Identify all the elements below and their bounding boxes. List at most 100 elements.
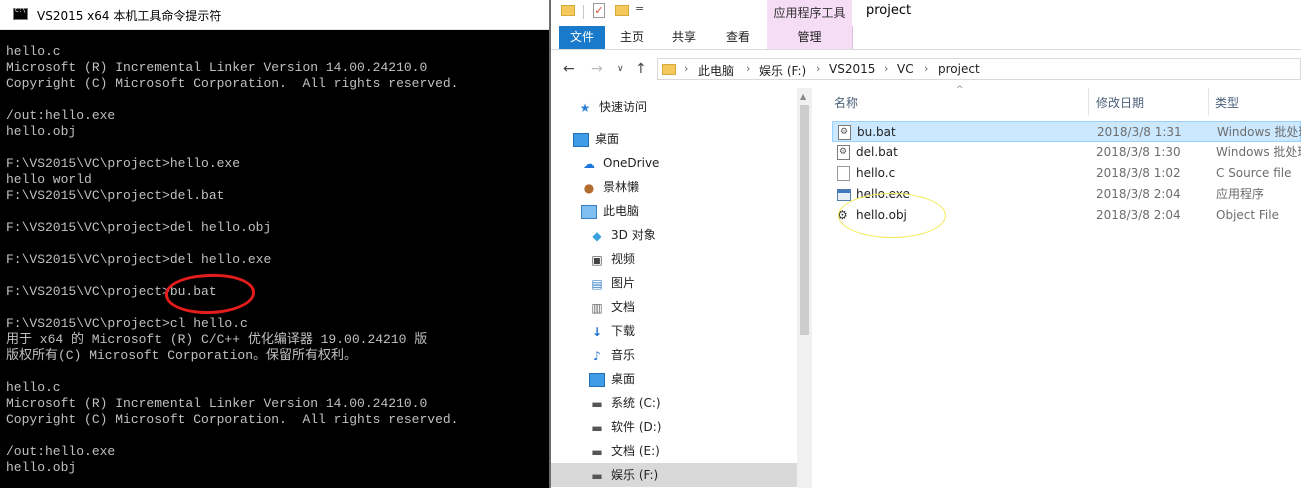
- nav-item-label: 图片: [611, 276, 636, 290]
- nav-item-drive-e[interactable]: ▬ 文档 (E:): [589, 439, 660, 463]
- chevron-right-icon[interactable]: ›: [924, 62, 928, 75]
- desktop-icon: [573, 132, 589, 147]
- nav-pane-scrollbar[interactable]: ▲: [797, 88, 812, 488]
- explorer-window[interactable]: ✓ = 应用程序工具 project 文件 主页 共享 查看 管理 ← → ∨ …: [551, 0, 1301, 488]
- tab-view[interactable]: 查看: [719, 26, 757, 49]
- properties-icon[interactable]: ✓: [593, 3, 605, 18]
- back-arrow-icon[interactable]: ←: [563, 61, 575, 77]
- file-row-bu-bat[interactable]: bu.bat 2018/3/8 1:31 Windows 批处理: [832, 121, 1301, 143]
- console-line: Microsoft (R) Incremental Linker Version…: [6, 60, 428, 75]
- chevron-right-icon[interactable]: ›: [816, 62, 820, 75]
- file-name: bu.bat: [857, 125, 896, 139]
- scrollbar-thumb[interactable]: [800, 105, 809, 335]
- video-icon: ▣: [591, 252, 603, 267]
- console-window[interactable]: VS2015 x64 本机工具命令提示符 hello.cMicrosoft (R…: [0, 0, 549, 488]
- file-name: hello.exe: [856, 187, 910, 201]
- ribbon-tabs: 文件 主页 共享 查看 管理: [551, 26, 1301, 50]
- breadcrumb-project[interactable]: project: [938, 62, 980, 76]
- file-row-hello-c[interactable]: hello.c 2018/3/8 1:02 C Source file: [832, 163, 1301, 184]
- nav-item-onedrive[interactable]: ☁ OneDrive: [581, 151, 659, 175]
- console-line: F:\VS2015\VC\project>cl hello.c: [6, 316, 248, 331]
- nav-item-videos[interactable]: ▣ 视频: [589, 247, 635, 271]
- nav-item-quick-access[interactable]: ★ 快速访问: [577, 95, 647, 119]
- console-output[interactable]: hello.c Microsoft (R) Incremental Linker …: [6, 44, 458, 476]
- console-titlebar[interactable]: VS2015 x64 本机工具命令提示符: [0, 0, 549, 30]
- nav-item-documents[interactable]: ▥ 文档: [589, 295, 635, 319]
- console-line: hello.obj: [6, 124, 77, 139]
- recent-chevron-icon[interactable]: ∨: [617, 64, 624, 74]
- computer-icon: [581, 204, 597, 219]
- address-bar[interactable]: › 此电脑 › 娱乐 (F:) › VS2015 › VC › project: [657, 58, 1301, 80]
- file-row-hello-obj[interactable]: ⚙ hello.obj 2018/3/8 2:04 Object File: [832, 205, 1301, 226]
- nav-item-label: 文档 (E:): [611, 444, 660, 458]
- up-arrow-icon[interactable]: ↑: [635, 61, 647, 77]
- nav-item-this-pc[interactable]: 此电脑: [581, 199, 639, 223]
- nav-item-label: 音乐: [611, 348, 636, 362]
- chevron-right-icon[interactable]: ›: [746, 62, 750, 75]
- nav-item-drive-f[interactable]: ▬ 娱乐 (F:): [551, 463, 797, 487]
- drive-icon: ▬: [591, 396, 603, 411]
- nav-item-label: 文档: [611, 300, 636, 314]
- tab-manage[interactable]: 管理: [767, 26, 853, 49]
- navigation-pane: ★ 快速访问 桌面 ☁ OneDrive ● 景林懒 此电脑 ◆ 3D 对象 ▣ 视频 ▤…: [551, 88, 797, 488]
- nav-item-label: OneDrive: [603, 156, 660, 170]
- nav-item-desktop-pc[interactable]: 桌面: [589, 367, 635, 391]
- batch-file-icon: [837, 142, 850, 163]
- nav-item-3d-objects[interactable]: ◆ 3D 对象: [589, 223, 655, 247]
- forward-arrow-icon[interactable]: →: [591, 61, 603, 77]
- column-divider[interactable]: [1208, 88, 1209, 116]
- breadcrumb-this-pc[interactable]: 此电脑: [698, 62, 734, 79]
- file-date: 2018/3/8 2:04: [1096, 208, 1181, 222]
- tab-file[interactable]: 文件: [559, 26, 605, 49]
- file-type: Windows 批处理: [1216, 145, 1301, 159]
- breadcrumb-drive-f[interactable]: 娱乐 (F:): [759, 62, 806, 79]
- nav-item-drive-c[interactable]: ▬ 系统 (C:): [589, 391, 660, 415]
- nav-item-drive-d[interactable]: ▬ 软件 (D:): [589, 415, 661, 439]
- console-line: F:\VS2015\VC\project>del.bat: [6, 188, 225, 203]
- column-header-date[interactable]: 修改日期: [1096, 94, 1144, 111]
- scroll-up-icon[interactable]: ▲: [800, 92, 806, 101]
- new-folder-icon[interactable]: [615, 5, 629, 16]
- tab-share[interactable]: 共享: [665, 26, 703, 49]
- nav-item-downloads[interactable]: ↓ 下载: [589, 319, 635, 343]
- console-line: hello world: [6, 172, 92, 187]
- nav-item-label: 此电脑: [603, 204, 640, 218]
- breadcrumb-vc[interactable]: VC: [897, 62, 914, 76]
- file-row-hello-exe[interactable]: hello.exe 2018/3/8 2:04 应用程序: [832, 184, 1301, 205]
- nav-item-user[interactable]: ● 景林懒: [581, 175, 639, 199]
- column-divider[interactable]: [1088, 88, 1089, 116]
- chevron-down-icon[interactable]: =: [635, 2, 644, 15]
- drive-icon: ▬: [591, 420, 603, 435]
- column-header-type[interactable]: 类型: [1215, 94, 1239, 111]
- chevron-right-icon[interactable]: ›: [684, 62, 688, 75]
- file-name: hello.c: [856, 166, 896, 180]
- nav-item-pictures[interactable]: ▤ 图片: [589, 271, 635, 295]
- nav-item-music[interactable]: ♪ 音乐: [589, 343, 635, 367]
- tab-home[interactable]: 主页: [613, 26, 651, 49]
- console-line: 版权所有(C) Microsoft Corporation。保留所有权利。: [6, 348, 358, 363]
- column-header-name[interactable]: 名称: [834, 94, 858, 111]
- nav-item-label: 景林懒: [603, 180, 640, 194]
- cube-icon: ◆: [592, 228, 602, 243]
- console-app-icon: [13, 7, 28, 20]
- file-date: 2018/3/8 2:04: [1096, 187, 1181, 201]
- folder-icon: [561, 5, 575, 16]
- chevron-right-icon[interactable]: ›: [884, 62, 888, 75]
- quick-access-toolbar: ✓ = 应用程序工具 project: [551, 0, 1301, 26]
- desktop-icon: [589, 372, 605, 387]
- nav-item-label: 视频: [611, 252, 636, 266]
- sort-ascending-icon: ^: [956, 85, 964, 95]
- folder-icon: [662, 64, 676, 75]
- drive-icon: ▬: [591, 468, 603, 483]
- console-line: /out:hello.exe: [6, 444, 116, 459]
- breadcrumb-vs2015[interactable]: VS2015: [829, 62, 875, 76]
- console-line: Microsoft (R) Incremental Linker Version…: [6, 396, 428, 411]
- file-row-del-bat[interactable]: del.bat 2018/3/8 1:30 Windows 批处理: [832, 142, 1301, 163]
- nav-item-desktop[interactable]: 桌面: [573, 127, 619, 151]
- console-line: hello.c: [6, 44, 61, 59]
- obj-file-icon: ⚙: [837, 208, 848, 222]
